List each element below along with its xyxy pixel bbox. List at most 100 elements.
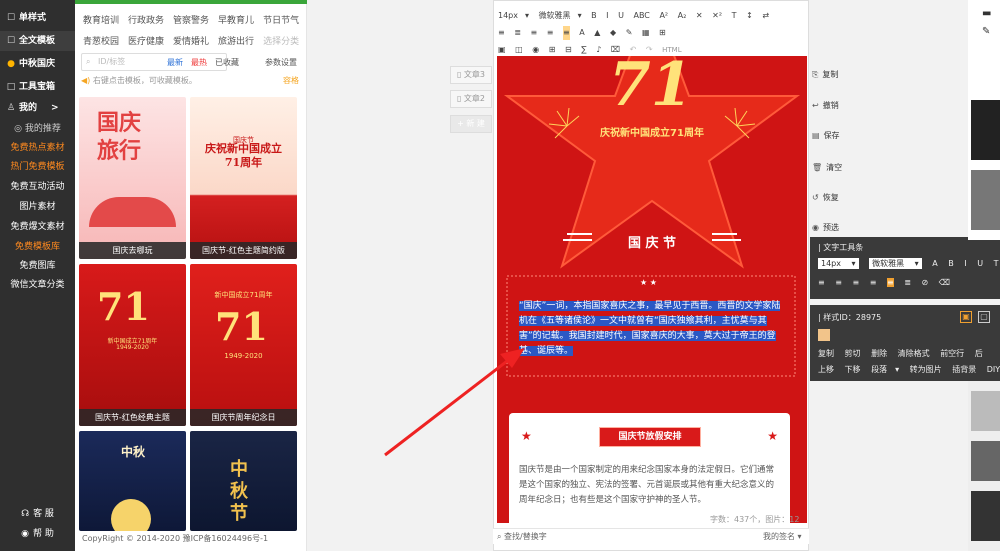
thumbnail[interactable]: [971, 100, 1000, 160]
font-color-icon[interactable]: A: [932, 259, 937, 268]
style-copy-button[interactable]: 复制: [818, 349, 834, 358]
template-card[interactable]: 新中国成立71周年 71 1949-2020 国庆节周年纪念日: [190, 264, 297, 426]
letter-spacing-icon[interactable]: ⇄: [762, 9, 769, 23]
holiday-card[interactable]: ★ ★ 国庆节放假安排 国庆节是由一个国家制定的用来纪念国家本身的法定假日。它们…: [509, 413, 790, 523]
pen-icon[interactable]: ✎: [982, 26, 990, 37]
gallery-icon[interactable]: ◫: [515, 43, 523, 57]
align-left-icon[interactable]: ≡: [498, 26, 505, 40]
subscript-icon[interactable]: A₂: [678, 9, 687, 23]
align-right-icon[interactable]: ≡: [547, 26, 554, 40]
tab-favorites[interactable]: 已收藏: [215, 57, 239, 68]
style-insert-bg-button[interactable]: 插背景: [952, 365, 976, 374]
menu-icon[interactable]: ▬: [982, 8, 991, 19]
line-height-icon[interactable]: ↕: [746, 9, 753, 23]
list-icon[interactable]: ≣: [904, 278, 911, 287]
justify-icon[interactable]: ≣: [514, 26, 521, 40]
tt-font-family-select[interactable]: 微软雅黑 ▾: [869, 258, 922, 269]
video-icon[interactable]: ◉: [532, 43, 539, 57]
table-icon[interactable]: ▦: [642, 26, 650, 40]
font-family-select[interactable]: 微软雅黑 ▾: [539, 9, 582, 23]
align-left-icon[interactable]: ≡: [818, 278, 825, 287]
category-campus[interactable]: 青葱校园: [83, 37, 119, 47]
find-replace-button[interactable]: ⌕ 查找/替换字: [497, 531, 547, 542]
tab-hottest[interactable]: 最热: [191, 57, 207, 68]
html-source-button[interactable]: HTML: [662, 43, 681, 57]
highlight-icon[interactable]: ▲: [594, 26, 600, 40]
grid-icon[interactable]: ⊞: [659, 26, 666, 40]
link-icon[interactable]: ⊘: [922, 278, 929, 287]
lock-icon[interactable]: ▣: [960, 311, 972, 323]
selected-paragraph[interactable]: “国庆”一词，本指国家喜庆之事，最早见于西晋。西晋的文学家陆机在《五等诸侯论》一…: [519, 299, 783, 359]
style-delete-button[interactable]: 删除: [871, 349, 887, 358]
template-card[interactable]: 71 新中国成立71周年 1949-2020 国庆节-红色经典主题: [79, 264, 186, 426]
style-clear-format-button[interactable]: 清除格式: [898, 349, 930, 358]
style-blank-before-button[interactable]: 前空行: [940, 349, 964, 358]
sidebar-item-single-style[interactable]: ☐ 单样式: [0, 8, 75, 28]
category-gov[interactable]: 行政政务: [128, 16, 164, 26]
redo-icon[interactable]: ↷: [646, 43, 653, 57]
sidebar-sub-image[interactable]: 图片素材: [0, 197, 75, 217]
category-medical[interactable]: 医疗健康: [128, 37, 164, 47]
tt-font-size-select[interactable]: 14px ▾: [818, 258, 859, 269]
text-icon[interactable]: T: [732, 9, 737, 23]
thumbnail[interactable]: [971, 391, 1000, 431]
template-card[interactable]: 中秋: [79, 431, 186, 531]
sidebar-sub-gallery[interactable]: 免费图库: [0, 256, 75, 276]
thumbnail[interactable]: [971, 491, 1000, 541]
italic-icon[interactable]: I: [964, 259, 966, 268]
font-size-select[interactable]: 14px ▾: [498, 9, 529, 23]
font-color-icon[interactable]: A: [579, 26, 584, 40]
sidebar-item-mine[interactable]: ♙ 我的 >: [0, 98, 75, 118]
pen-icon[interactable]: ✎: [626, 26, 633, 40]
sidebar-sub-viral[interactable]: 免费爆文素材: [0, 217, 75, 237]
eraser-icon[interactable]: ⌫: [939, 278, 950, 287]
sidebar-sub-recommend[interactable]: ◎ 我的推荐: [0, 119, 75, 139]
doc-tab-3[interactable]: ▯ 文章3: [450, 66, 492, 84]
italic-icon[interactable]: I: [606, 9, 608, 23]
style-diy-button[interactable]: DIY: [987, 365, 1000, 374]
undo-icon[interactable]: ↶: [630, 43, 637, 57]
style-move-down-button[interactable]: 下移: [845, 365, 861, 374]
undo-button[interactable]: ↩ 撤销: [812, 97, 852, 115]
align-center-icon[interactable]: ≡: [531, 26, 538, 40]
category-travel[interactable]: 旅游出行: [218, 37, 254, 47]
sidebar-item-toolbox[interactable]: □ 工具宝箱: [0, 77, 75, 97]
underline-icon[interactable]: U: [618, 9, 624, 23]
restore-button[interactable]: ↺ 恢复: [812, 189, 852, 207]
clear-button[interactable]: 🗑 清空: [812, 159, 852, 177]
doc-tab-2[interactable]: ▯ 文章2: [450, 90, 492, 108]
tip-link[interactable]: 容格: [283, 75, 299, 86]
code-icon[interactable]: ⌧: [611, 43, 620, 57]
save-button[interactable]: ▤ 保存: [812, 127, 852, 145]
justify-icon[interactable]: ≡: [870, 278, 877, 287]
style-blank-after-button[interactable]: 后: [975, 349, 983, 358]
thumbnail[interactable]: [971, 441, 1000, 481]
sidebar-sub-template-lib[interactable]: 免费模板库: [0, 237, 75, 257]
formula-icon[interactable]: ∑: [581, 43, 586, 57]
bold-icon[interactable]: B: [948, 259, 954, 268]
underline-icon[interactable]: U: [977, 259, 983, 268]
sidebar-sub-hot-template[interactable]: 热门免费模板: [0, 157, 75, 177]
image-icon[interactable]: ▣: [498, 43, 506, 57]
superscript-icon[interactable]: A²: [659, 9, 668, 23]
signature-button[interactable]: 我的签名 ▾: [763, 531, 802, 542]
tab-settings[interactable]: 参数设置: [265, 57, 297, 68]
delete-table-icon[interactable]: ⊟: [565, 43, 572, 57]
color-swatch[interactable]: [818, 329, 830, 341]
template-card[interactable]: 中 秋 节: [190, 431, 297, 531]
poster-canvas[interactable]: 71 庆祝新中国成立71周年 国 庆 节 ★ ★ “国庆”一词，本指国家喜庆之事…: [497, 56, 807, 523]
bold-icon[interactable]: B: [591, 9, 597, 23]
sidebar-sub-activity[interactable]: 免费互动活动: [0, 177, 75, 197]
template-card[interactable]: 国庆节 庆祝新中国成立 71周年 国庆节-红色主题简约版: [190, 97, 297, 259]
music-icon[interactable]: ♪: [596, 43, 601, 57]
preview-button[interactable]: ◉ 预选: [812, 219, 852, 237]
align-justify-icon[interactable]: ≡: [563, 26, 570, 40]
align-right-icon[interactable]: ≡: [853, 278, 860, 287]
thumbnail[interactable]: [971, 170, 1000, 230]
sidebar-sub-hot-material[interactable]: 免费热点素材: [0, 138, 75, 158]
strikethrough-icon[interactable]: ABC: [633, 9, 649, 23]
align-justify-icon[interactable]: ≡: [887, 278, 894, 287]
category-police[interactable]: 管察警务: [173, 16, 209, 26]
category-festival[interactable]: 节日节气: [263, 16, 299, 26]
clear-format-icon[interactable]: ✕: [696, 9, 703, 23]
